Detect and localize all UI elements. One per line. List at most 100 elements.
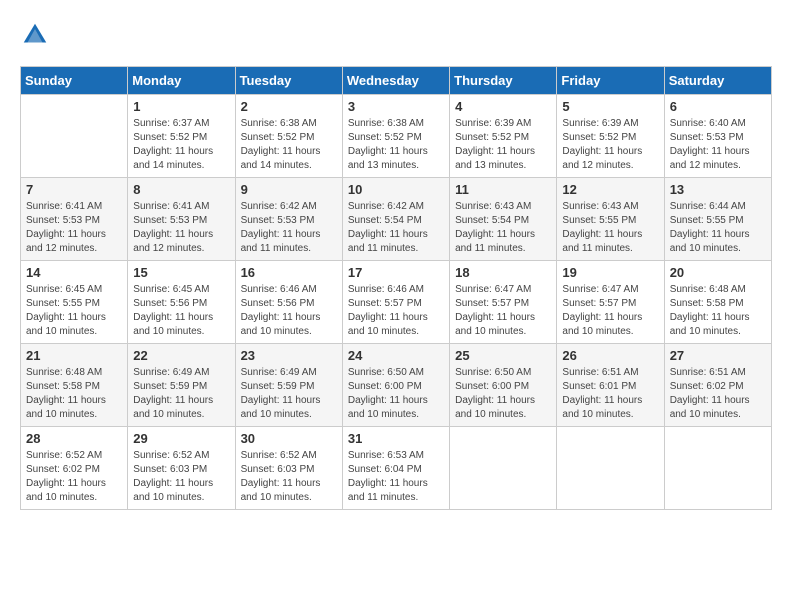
day-info: Sunrise: 6:48 AMSunset: 5:58 PMDaylight:…	[670, 283, 766, 339]
day-number: 3	[348, 99, 444, 114]
day-number: 5	[562, 99, 658, 114]
day-info: Sunrise: 6:51 AMSunset: 6:01 PMDaylight:…	[562, 366, 658, 422]
day-info: Sunrise: 6:41 AMSunset: 5:53 PMDaylight:…	[26, 200, 122, 256]
day-number: 6	[670, 99, 766, 114]
calendar-cell: 21 Sunrise: 6:48 AMSunset: 5:58 PMDayligh…	[21, 344, 128, 427]
calendar-week-1: 7 Sunrise: 6:41 AMSunset: 5:53 PMDaylight…	[21, 178, 772, 261]
day-number: 30	[241, 431, 337, 446]
day-info: Sunrise: 6:38 AMSunset: 5:52 PMDaylight:…	[348, 117, 444, 173]
calendar-cell	[557, 427, 664, 510]
day-number: 9	[241, 182, 337, 197]
calendar-cell: 2 Sunrise: 6:38 AMSunset: 5:52 PMDaylight…	[235, 95, 342, 178]
day-number: 4	[455, 99, 551, 114]
calendar-cell: 18Sunrise: 6:47 AMSunset: 5:57 PMDayligh…	[450, 261, 557, 344]
calendar-cell: 27 Sunrise: 6:51 AMSunset: 6:02 PMDayligh…	[664, 344, 771, 427]
day-info: Sunrise: 6:38 AMSunset: 5:52 PMDaylight:…	[241, 117, 337, 173]
day-info: Sunrise: 6:50 AMSunset: 6:00 PMDaylight:…	[455, 366, 551, 422]
header-tuesday: Tuesday	[235, 67, 342, 95]
calendar-cell: 15 Sunrise: 6:45 AMSunset: 5:56 PMDayligh…	[128, 261, 235, 344]
logo	[20, 20, 56, 50]
calendar-cell: 17 Sunrise: 6:46 AMSunset: 5:57 PMDayligh…	[342, 261, 449, 344]
day-number: 20	[670, 265, 766, 280]
day-info: Sunrise: 6:41 AMSunset: 5:53 PMDaylight:…	[133, 200, 229, 256]
calendar-cell: 19 Sunrise: 6:47 AMSunset: 5:57 PMDayligh…	[557, 261, 664, 344]
day-number: 10	[348, 182, 444, 197]
calendar-table: SundayMondayTuesdayWednesdayThursdayFrid…	[20, 66, 772, 510]
day-number: 28	[26, 431, 122, 446]
day-number: 18	[455, 265, 551, 280]
day-number: 19	[562, 265, 658, 280]
calendar-cell: 30 Sunrise: 6:52 AMSunset: 6:03 PMDayligh…	[235, 427, 342, 510]
logo-icon	[20, 20, 50, 50]
day-info: Sunrise: 6:43 AMSunset: 5:54 PMDaylight:…	[455, 200, 551, 256]
header-thursday: Thursday	[450, 67, 557, 95]
day-number: 25	[455, 348, 551, 363]
calendar-cell: 9 Sunrise: 6:42 AMSunset: 5:53 PMDaylight…	[235, 178, 342, 261]
day-number: 8	[133, 182, 229, 197]
calendar-cell	[450, 427, 557, 510]
calendar-cell: 23Sunrise: 6:49 AMSunset: 5:59 PMDayligh…	[235, 344, 342, 427]
day-number: 27	[670, 348, 766, 363]
day-info: Sunrise: 6:43 AMSunset: 5:55 PMDaylight:…	[562, 200, 658, 256]
day-number: 21	[26, 348, 122, 363]
day-number: 24	[348, 348, 444, 363]
calendar-cell: 12 Sunrise: 6:43 AMSunset: 5:55 PMDayligh…	[557, 178, 664, 261]
day-info: Sunrise: 6:49 AMSunset: 5:59 PMDaylight:…	[241, 366, 337, 422]
day-info: Sunrise: 6:46 AMSunset: 5:57 PMDaylight:…	[348, 283, 444, 339]
calendar-cell: 4Sunrise: 6:39 AMSunset: 5:52 PMDaylight…	[450, 95, 557, 178]
day-info: Sunrise: 6:46 AMSunset: 5:56 PMDaylight:…	[241, 283, 337, 339]
calendar-week-4: 28 Sunrise: 6:52 AMSunset: 6:02 PMDayligh…	[21, 427, 772, 510]
calendar-cell: 10Sunrise: 6:42 AMSunset: 5:54 PMDayligh…	[342, 178, 449, 261]
day-info: Sunrise: 6:52 AMSunset: 6:03 PMDaylight:…	[241, 449, 337, 505]
day-info: Sunrise: 6:50 AMSunset: 6:00 PMDaylight:…	[348, 366, 444, 422]
calendar-cell: 6Sunrise: 6:40 AMSunset: 5:53 PMDaylight…	[664, 95, 771, 178]
day-number: 14	[26, 265, 122, 280]
calendar-cell: 24 Sunrise: 6:50 AMSunset: 6:00 PMDayligh…	[342, 344, 449, 427]
day-number: 1	[133, 99, 229, 114]
calendar-cell: 31 Sunrise: 6:53 AMSunset: 6:04 PMDayligh…	[342, 427, 449, 510]
day-info: Sunrise: 6:44 AMSunset: 5:55 PMDaylight:…	[670, 200, 766, 256]
page-header	[20, 20, 772, 50]
day-info: Sunrise: 6:53 AMSunset: 6:04 PMDaylight:…	[348, 449, 444, 505]
header-friday: Friday	[557, 67, 664, 95]
day-number: 13	[670, 182, 766, 197]
day-number: 11	[455, 182, 551, 197]
day-number: 26	[562, 348, 658, 363]
calendar-cell: 28 Sunrise: 6:52 AMSunset: 6:02 PMDayligh…	[21, 427, 128, 510]
day-number: 17	[348, 265, 444, 280]
day-number: 15	[133, 265, 229, 280]
calendar-cell: 26 Sunrise: 6:51 AMSunset: 6:01 PMDayligh…	[557, 344, 664, 427]
header-saturday: Saturday	[664, 67, 771, 95]
calendar-week-0: 1 Sunrise: 6:37 AMSunset: 5:52 PMDaylight…	[21, 95, 772, 178]
day-info: Sunrise: 6:49 AMSunset: 5:59 PMDaylight:…	[133, 366, 229, 422]
calendar-header-row: SundayMondayTuesdayWednesdayThursdayFrid…	[21, 67, 772, 95]
header-sunday: Sunday	[21, 67, 128, 95]
day-info: Sunrise: 6:39 AMSunset: 5:52 PMDaylight:…	[562, 117, 658, 173]
day-info: Sunrise: 6:37 AMSunset: 5:52 PMDaylight:…	[133, 117, 229, 173]
calendar-week-2: 14 Sunrise: 6:45 AMSunset: 5:55 PMDayligh…	[21, 261, 772, 344]
calendar-cell: 16Sunrise: 6:46 AMSunset: 5:56 PMDayligh…	[235, 261, 342, 344]
header-monday: Monday	[128, 67, 235, 95]
calendar-cell: 1 Sunrise: 6:37 AMSunset: 5:52 PMDaylight…	[128, 95, 235, 178]
day-info: Sunrise: 6:48 AMSunset: 5:58 PMDaylight:…	[26, 366, 122, 422]
day-info: Sunrise: 6:52 AMSunset: 6:02 PMDaylight:…	[26, 449, 122, 505]
calendar-cell: 29Sunrise: 6:52 AMSunset: 6:03 PMDayligh…	[128, 427, 235, 510]
day-number: 2	[241, 99, 337, 114]
calendar-cell: 20 Sunrise: 6:48 AMSunset: 5:58 PMDayligh…	[664, 261, 771, 344]
day-number: 12	[562, 182, 658, 197]
day-info: Sunrise: 6:42 AMSunset: 5:53 PMDaylight:…	[241, 200, 337, 256]
day-number: 22	[133, 348, 229, 363]
calendar-cell	[21, 95, 128, 178]
day-info: Sunrise: 6:45 AMSunset: 5:56 PMDaylight:…	[133, 283, 229, 339]
day-number: 7	[26, 182, 122, 197]
day-info: Sunrise: 6:52 AMSunset: 6:03 PMDaylight:…	[133, 449, 229, 505]
header-wednesday: Wednesday	[342, 67, 449, 95]
calendar-cell	[664, 427, 771, 510]
day-number: 31	[348, 431, 444, 446]
calendar-week-3: 21 Sunrise: 6:48 AMSunset: 5:58 PMDayligh…	[21, 344, 772, 427]
calendar-cell: 11 Sunrise: 6:43 AMSunset: 5:54 PMDayligh…	[450, 178, 557, 261]
day-info: Sunrise: 6:47 AMSunset: 5:57 PMDaylight:…	[562, 283, 658, 339]
day-info: Sunrise: 6:45 AMSunset: 5:55 PMDaylight:…	[26, 283, 122, 339]
day-info: Sunrise: 6:51 AMSunset: 6:02 PMDaylight:…	[670, 366, 766, 422]
calendar-cell: 3 Sunrise: 6:38 AMSunset: 5:52 PMDaylight…	[342, 95, 449, 178]
